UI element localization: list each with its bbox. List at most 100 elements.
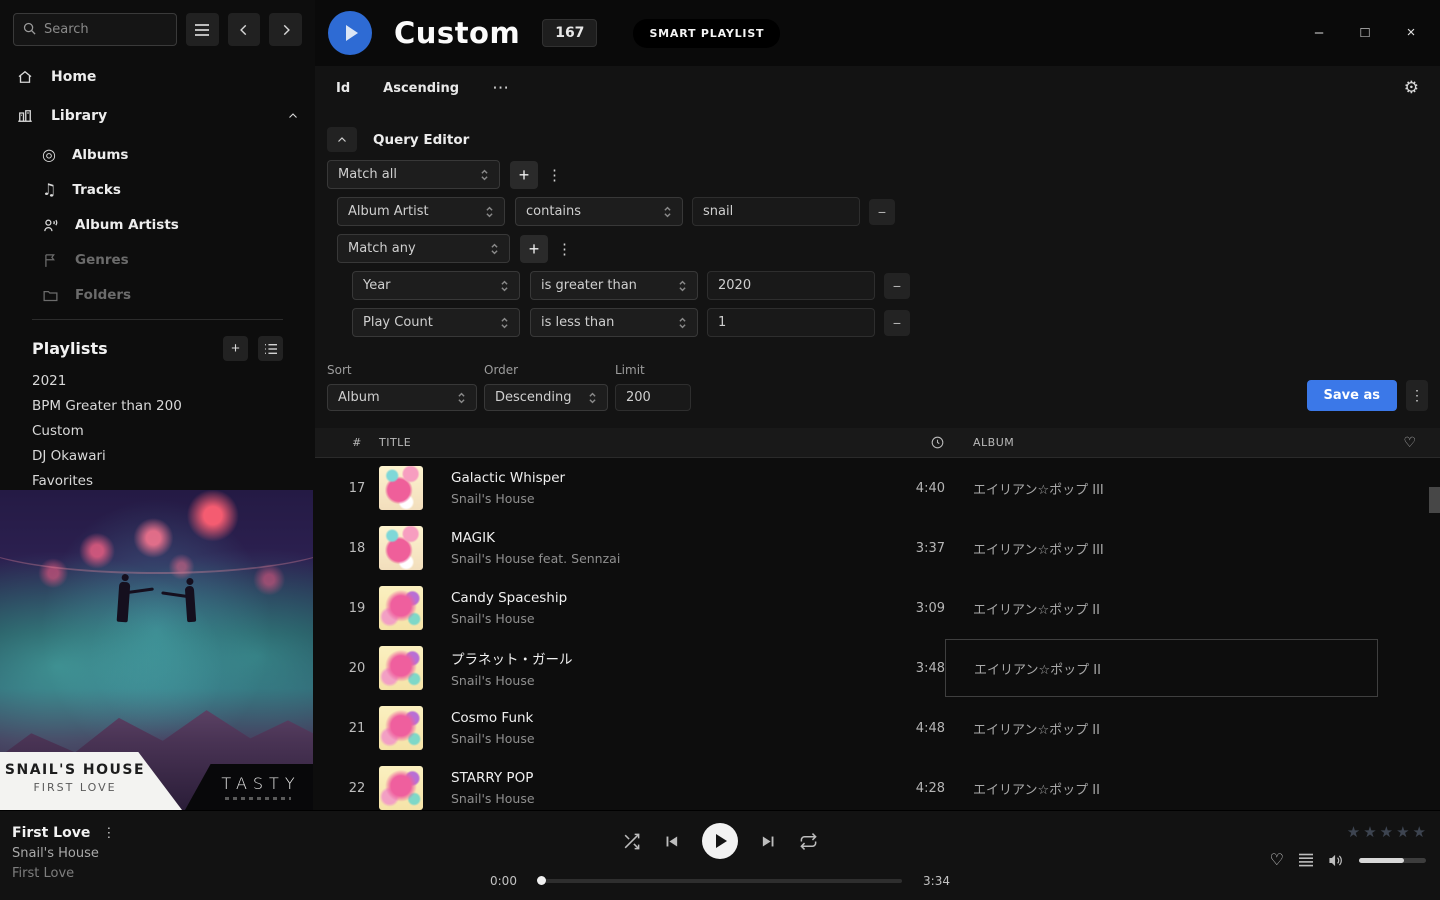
track-album[interactable]: エイリアン☆ポップ III [945, 479, 1392, 498]
album-thumbnail[interactable] [379, 466, 423, 510]
sidebar-item-album-artists[interactable]: Album Artists [42, 214, 299, 236]
gear-icon[interactable]: ⚙ [1404, 78, 1419, 98]
chevron-up-icon[interactable] [287, 110, 299, 122]
track-title[interactable]: Candy Spaceship [451, 590, 873, 606]
nav-forward-button[interactable] [269, 13, 302, 46]
rule-value-input[interactable] [707, 271, 875, 300]
rule-value-input[interactable] [692, 197, 860, 226]
query-editor-collapse-button[interactable] [327, 127, 357, 152]
rule-operator-select[interactable]: is less than [530, 308, 698, 337]
sidebar-item-folders[interactable]: Folders [42, 284, 299, 306]
album-thumbnail[interactable] [379, 766, 423, 810]
track-artist[interactable]: Snail's House [451, 673, 873, 688]
track-artist[interactable]: Snail's House feat. Sennzai [451, 551, 873, 566]
table-row[interactable]: 22 STARRY POP Snail's House 4:28 エイリアン☆ポ… [315, 758, 1440, 818]
queue-button[interactable] [1298, 853, 1314, 867]
more-options-icon[interactable]: ⋯ [492, 78, 511, 98]
table-row[interactable]: 17 Galactic Whisper Snail's House 4:40 エ… [315, 458, 1440, 518]
sort-select[interactable]: Album [327, 384, 477, 411]
order-select[interactable]: Descending [484, 384, 608, 411]
seek-bar[interactable] [538, 879, 902, 883]
track-title[interactable]: Galactic Whisper [451, 470, 873, 486]
sidebar-item-albums[interactable]: ◎ Albums [42, 144, 299, 166]
star-icon[interactable]: ★ [1396, 823, 1409, 841]
sidebar-item-library[interactable]: Library [16, 105, 299, 127]
track-artist[interactable]: Snail's House [451, 731, 873, 746]
table-row[interactable]: 19 Candy Spaceship Snail's House 3:09 エイ… [315, 578, 1440, 638]
rule-field-select[interactable]: Year [352, 271, 520, 300]
now-playing-album[interactable]: First Love [12, 866, 115, 881]
album-thumbnail[interactable] [379, 706, 423, 750]
add-rule-button[interactable]: + [520, 235, 548, 263]
rule-operator-select[interactable]: is greater than [530, 271, 698, 300]
album-thumbnail[interactable] [379, 526, 423, 570]
now-playing-artist[interactable]: Snail's House [12, 846, 115, 861]
limit-input[interactable] [615, 384, 691, 411]
track-album-focused-cell[interactable]: エイリアン☆ポップ II [945, 639, 1378, 697]
close-button[interactable]: × [1388, 18, 1434, 46]
rule-operator-select[interactable]: contains [515, 197, 683, 226]
sidebar-item-home[interactable]: Home [16, 66, 299, 88]
play-playlist-button[interactable] [328, 11, 372, 55]
nav-back-button[interactable] [228, 13, 261, 46]
column-header-number[interactable]: # [335, 436, 379, 449]
add-rule-button[interactable]: + [510, 161, 538, 189]
rule-value-input[interactable] [707, 308, 875, 337]
track-album[interactable]: エイリアン☆ポップ II [945, 599, 1392, 618]
star-icon[interactable]: ★ [1347, 823, 1360, 841]
search-input[interactable] [13, 13, 177, 46]
repeat-button[interactable] [799, 832, 818, 851]
favorite-button[interactable]: ♡ [1270, 850, 1284, 870]
next-button[interactable] [760, 833, 777, 850]
album-thumbnail[interactable] [379, 646, 423, 690]
volume-button[interactable] [1328, 852, 1345, 869]
playlist-item[interactable]: Custom [32, 423, 283, 438]
maximize-button[interactable]: □ [1342, 18, 1388, 46]
track-album[interactable]: エイリアン☆ポップ II [945, 779, 1392, 798]
sidebar-item-genres[interactable]: Genres [42, 249, 299, 271]
sort-field-control[interactable]: Id [336, 81, 350, 96]
now-playing-album-art[interactable]: SNAIL'S HOUSE FIRST LOVE TASTY [0, 490, 313, 810]
minimize-button[interactable]: – [1296, 18, 1342, 46]
now-playing-title[interactable]: First Love [12, 825, 90, 841]
column-header-album[interactable]: ALBUM [945, 436, 1392, 449]
playlist-item[interactable]: BPM Greater than 200 [32, 398, 283, 413]
table-row[interactable]: 21 Cosmo Funk Snail's House 4:48 エイリアン☆ポ… [315, 698, 1440, 758]
track-title[interactable]: STARRY POP [451, 770, 873, 786]
track-artist[interactable]: Snail's House [451, 791, 873, 806]
track-album[interactable]: エイリアン☆ポップ III [945, 539, 1392, 558]
album-thumbnail[interactable] [379, 586, 423, 630]
favorite-column-heart-icon[interactable]: ♡ [1392, 435, 1428, 451]
group-options-button[interactable]: ⋮ [557, 240, 572, 258]
table-row[interactable]: 18 MAGIK Snail's House feat. Sennzai 3:3… [315, 518, 1440, 578]
playlist-item[interactable]: 2021 [32, 373, 283, 388]
playlist-list-button[interactable] [258, 336, 283, 361]
scrollbar-thumb[interactable] [1429, 487, 1440, 513]
playlist-item[interactable]: Favorites [32, 473, 283, 488]
sort-order-control[interactable]: Ascending [383, 81, 459, 96]
match-type-select[interactable]: Match any [337, 234, 510, 263]
rule-field-select[interactable]: Play Count [352, 308, 520, 337]
track-artist[interactable]: Snail's House [451, 611, 873, 626]
star-icon[interactable]: ★ [1363, 823, 1376, 841]
seek-knob[interactable] [537, 876, 546, 885]
rule-field-select[interactable]: Album Artist [337, 197, 505, 226]
shuffle-button[interactable] [622, 832, 641, 851]
sidebar-item-tracks[interactable]: ♫ Tracks [42, 179, 299, 201]
save-as-button[interactable]: Save as [1307, 380, 1397, 411]
track-title[interactable]: プラネット・ガール [451, 648, 873, 668]
previous-button[interactable] [663, 833, 680, 850]
track-title[interactable]: MAGIK [451, 530, 873, 546]
duration-column-clock-icon[interactable] [873, 435, 945, 450]
playlist-item[interactable]: DJ Okawari [32, 448, 283, 463]
table-row[interactable]: 20 プラネット・ガール Snail's House 3:48 エイリアン☆ポッ… [315, 638, 1440, 698]
star-icon[interactable]: ★ [1413, 823, 1426, 841]
now-playing-options-button[interactable]: ⋮ [102, 825, 115, 841]
track-artist[interactable]: Snail's House [451, 491, 873, 506]
play-pause-button[interactable] [702, 823, 738, 859]
menu-button[interactable] [186, 13, 219, 46]
column-header-title[interactable]: TITLE [379, 436, 873, 449]
track-title[interactable]: Cosmo Funk [451, 710, 873, 726]
save-options-button[interactable]: ⋮ [1406, 380, 1428, 411]
star-icon[interactable]: ★ [1380, 823, 1393, 841]
